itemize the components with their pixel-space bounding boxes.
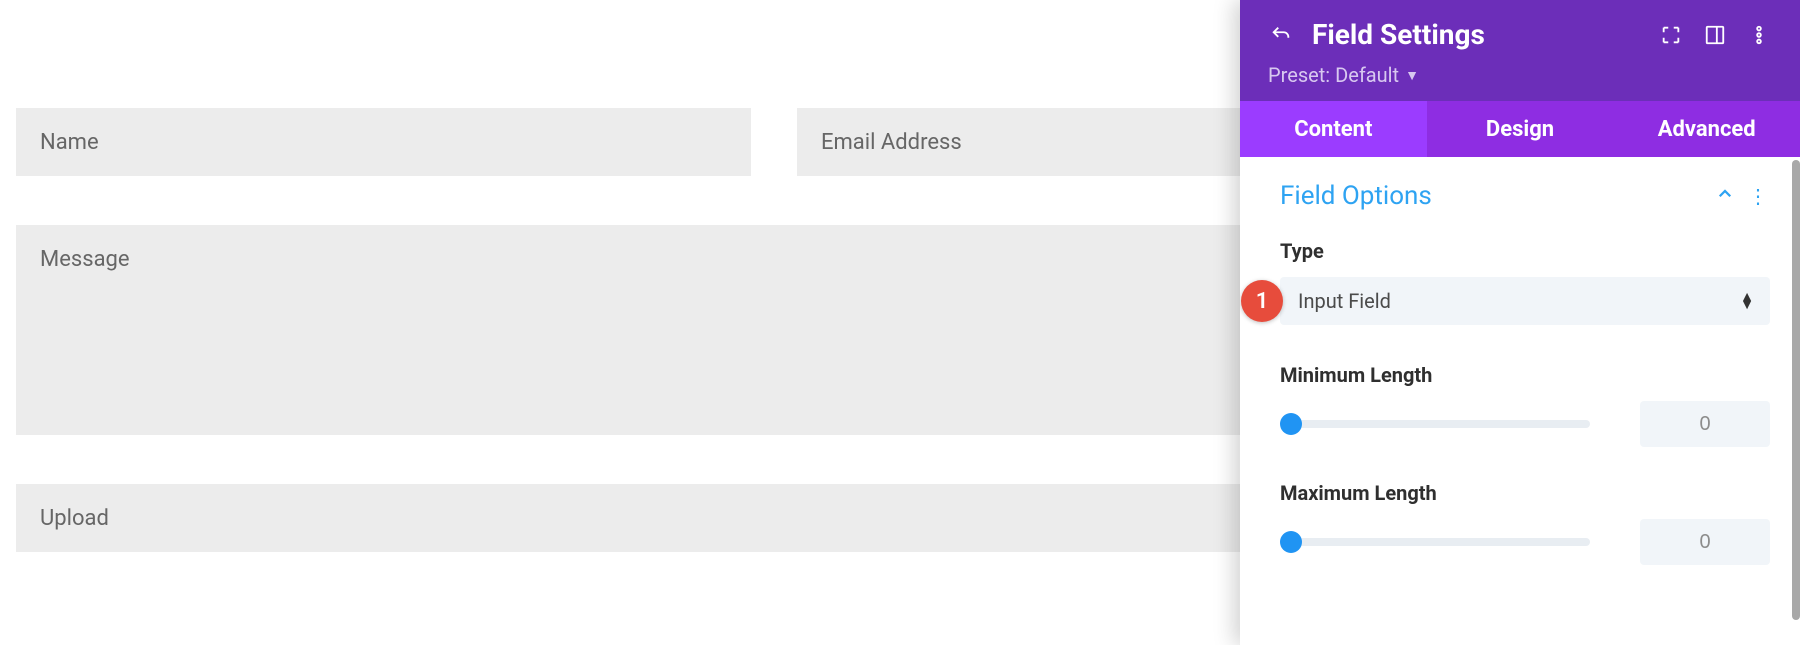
type-select[interactable]: Input Field ▲▼ xyxy=(1280,277,1770,325)
max-length-input[interactable] xyxy=(1640,519,1770,565)
settings-panel: Field Settings Preset: Default ▼ Content… xyxy=(1240,0,1800,645)
form-preview: Name Email Address Message Upload xyxy=(0,0,1000,645)
panel-layout-icon[interactable] xyxy=(1702,22,1728,48)
tab-content[interactable]: Content xyxy=(1240,101,1427,157)
section-more-icon[interactable]: ⋮ xyxy=(1748,184,1770,208)
panel-body: Field Options ⋮ Type 1 Input Field ▲▼ Mi… xyxy=(1240,157,1800,645)
panel-tabs: Content Design Advanced xyxy=(1240,101,1800,157)
min-length-slider[interactable] xyxy=(1280,420,1590,428)
slider-thumb[interactable] xyxy=(1280,531,1302,553)
max-length-label: Maximum Length xyxy=(1280,481,1770,505)
section-title[interactable]: Field Options xyxy=(1280,181,1716,211)
max-length-slider[interactable] xyxy=(1280,538,1590,546)
min-length-label: Minimum Length xyxy=(1280,363,1770,387)
callout-badge: 1 xyxy=(1241,280,1283,322)
more-vert-icon[interactable] xyxy=(1746,22,1772,48)
type-select-value: Input Field xyxy=(1298,289,1391,313)
preset-label: Preset: Default xyxy=(1268,63,1399,87)
type-label: Type xyxy=(1280,239,1770,263)
select-arrows-icon: ▲▼ xyxy=(1740,293,1754,309)
panel-title: Field Settings xyxy=(1312,18,1640,51)
tab-advanced[interactable]: Advanced xyxy=(1613,101,1800,157)
min-length-input[interactable] xyxy=(1640,401,1770,447)
undo-icon[interactable] xyxy=(1268,22,1294,48)
name-field[interactable]: Name xyxy=(16,108,751,176)
caret-down-icon: ▼ xyxy=(1405,67,1419,84)
expand-icon[interactable] xyxy=(1658,22,1684,48)
preset-dropdown[interactable]: Preset: Default ▼ xyxy=(1268,63,1772,87)
panel-header: Field Settings Preset: Default ▼ xyxy=(1240,0,1800,101)
tab-design[interactable]: Design xyxy=(1427,101,1614,157)
slider-thumb[interactable] xyxy=(1280,413,1302,435)
chevron-up-icon[interactable] xyxy=(1716,185,1734,207)
panel-scrollbar[interactable] xyxy=(1792,160,1800,620)
